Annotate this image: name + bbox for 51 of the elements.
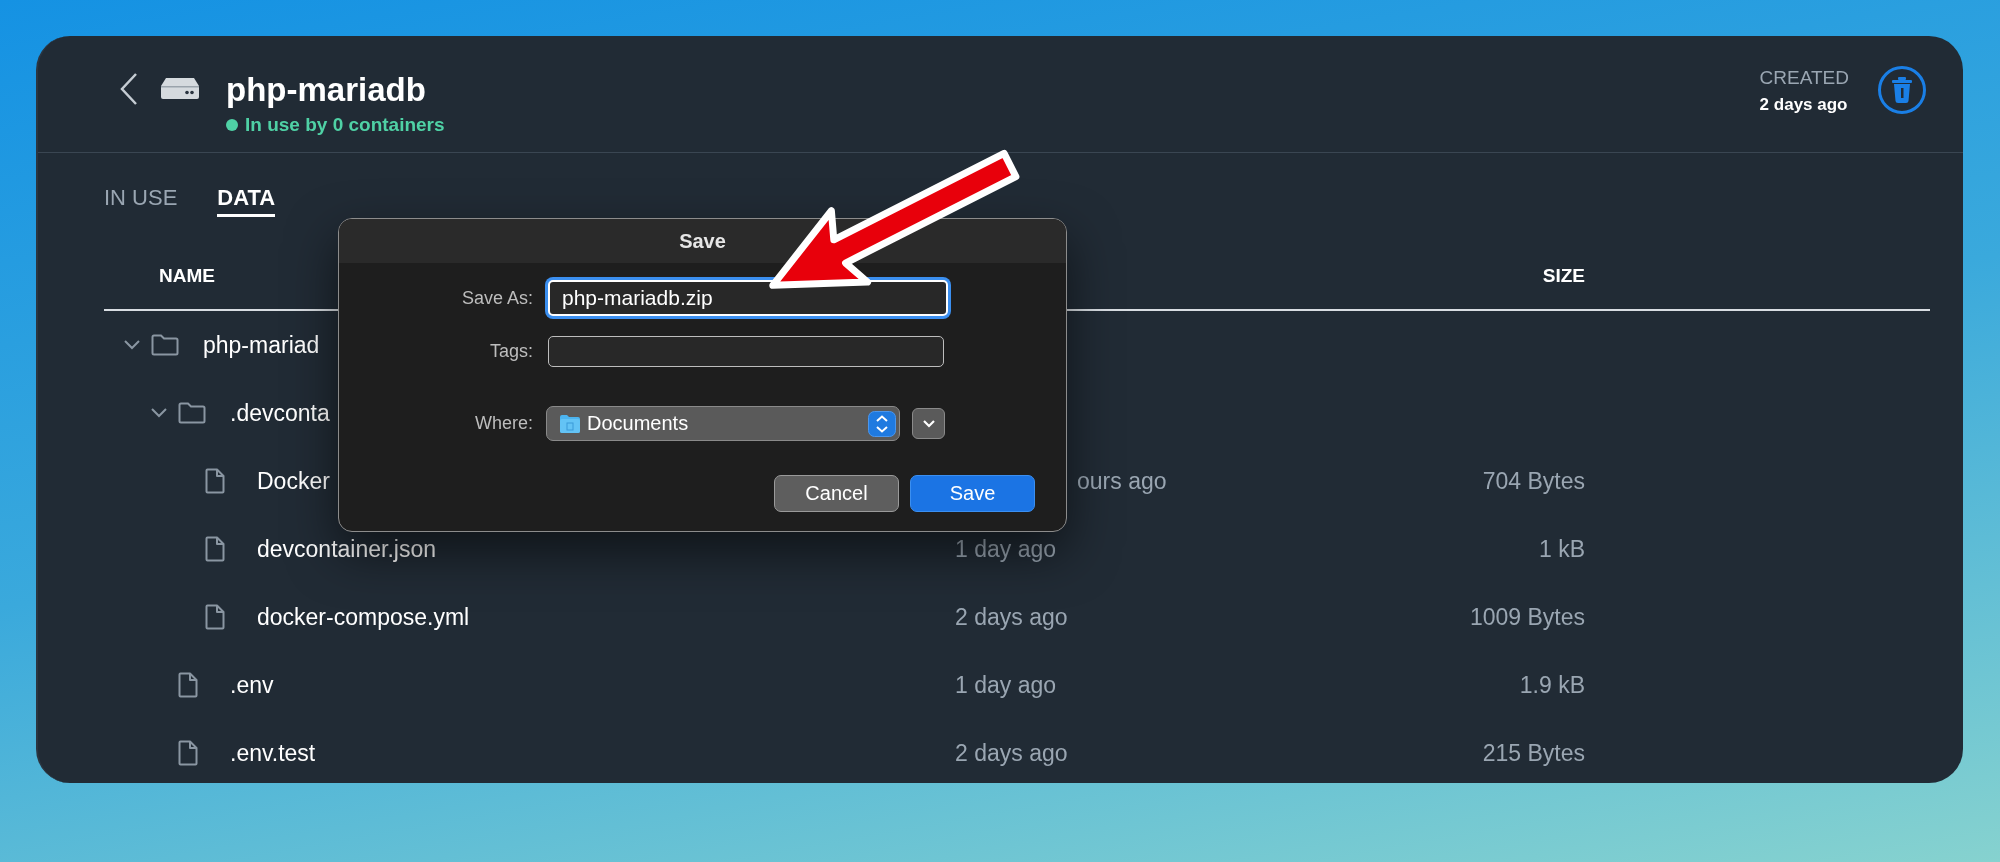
save-button[interactable]: Save — [910, 475, 1035, 512]
delete-button[interactable] — [1877, 65, 1927, 115]
field-label: Where: — [473, 413, 533, 434]
dialog-title: Save — [679, 229, 726, 253]
folder-icon — [151, 334, 179, 356]
chevron-icon[interactable] — [151, 408, 167, 418]
folder-icon — [178, 402, 206, 424]
modified-date: 1 day ago — [955, 535, 1057, 563]
file-size: 1 kB — [1538, 535, 1585, 563]
text-field[interactable]: php-mariadb.zip — [548, 280, 948, 316]
file-size: 704 Bytes — [1482, 467, 1585, 495]
file-name[interactable]: Docker — [257, 467, 330, 495]
file-size: 1009 Bytes — [1469, 603, 1585, 631]
tab[interactable]: IN USE — [104, 185, 178, 217]
created-value: 2 days ago — [1759, 95, 1848, 115]
file-icon — [205, 536, 225, 562]
folder-icon — [559, 413, 581, 434]
back-icon[interactable] — [120, 72, 138, 106]
chevron-icon — [920, 418, 937, 429]
modified-date: 2 days ago — [955, 739, 1068, 767]
file-name[interactable]: .env.test — [230, 739, 316, 767]
file-name[interactable]: .devconta — [230, 399, 330, 427]
tab[interactable]: DATA — [217, 185, 276, 217]
file-name[interactable]: docker-compose.yml — [257, 603, 470, 631]
column-header: SIZE — [1542, 265, 1585, 287]
drive-icon — [160, 76, 200, 100]
column-header: NAME — [159, 265, 215, 287]
file-name[interactable]: devcontainer.json — [257, 535, 436, 563]
modified-date: 1 day ago — [955, 671, 1057, 699]
chevron-icon[interactable] — [124, 340, 140, 350]
volume-title: php-mariadb — [226, 70, 427, 110]
text-field[interactable] — [548, 336, 944, 367]
status-dot — [226, 119, 238, 131]
status-text: In use by 0 containers — [245, 114, 445, 136]
file-icon — [205, 468, 225, 494]
file-icon — [178, 740, 198, 766]
modified-date: ours ago — [1077, 467, 1167, 495]
file-name[interactable]: .env — [230, 671, 274, 699]
modified-date: 2 days ago — [955, 603, 1068, 631]
expand-button[interactable] — [912, 408, 945, 439]
created-label: CREATED — [1759, 67, 1849, 89]
field-label: Tags: — [488, 341, 533, 362]
field-label: Save As: — [460, 287, 533, 309]
cancel-button[interactable]: Cancel — [774, 475, 899, 512]
file-icon — [205, 604, 225, 630]
file-size: 215 Bytes — [1482, 739, 1585, 767]
stepper-icon — [868, 410, 896, 437]
location-dropdown[interactable]: Documents — [546, 406, 900, 441]
file-icon — [178, 672, 198, 698]
file-name[interactable]: php-mariad — [203, 331, 320, 359]
file-size: 1.9 kB — [1519, 671, 1585, 699]
